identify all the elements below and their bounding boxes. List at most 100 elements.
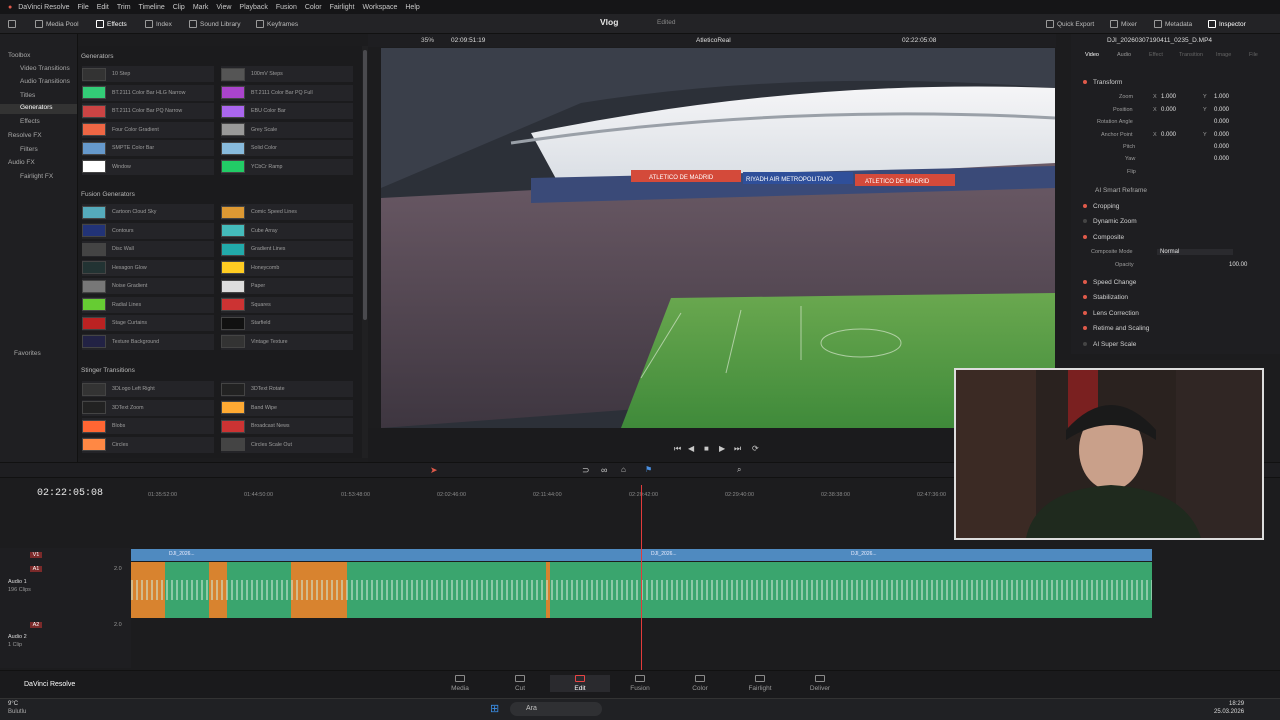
metadata-button[interactable]: Metadata	[1154, 18, 1192, 30]
effect-item[interactable]: BT.2111 Color Bar PQ Narrow	[82, 103, 214, 120]
effect-item[interactable]: Disc Wall	[82, 241, 214, 258]
dynamic-zoom-dot-icon[interactable]	[1083, 219, 1087, 223]
menu-playback[interactable]: Playback	[235, 4, 271, 11]
panel-toggle-icon[interactable]	[8, 18, 16, 30]
speed-dot-icon[interactable]	[1083, 280, 1087, 284]
tab-video[interactable]: Video	[1085, 52, 1099, 58]
position-x-value[interactable]: 0.000	[1161, 107, 1176, 113]
effect-item[interactable]: Gradient Lines	[221, 241, 353, 258]
effect-item[interactable]: Hexagon Glow	[82, 259, 214, 277]
section-stabilization[interactable]: Stabilization	[1071, 290, 1280, 304]
sidebar-audio-fx[interactable]: Audio FX	[8, 159, 35, 166]
effect-item[interactable]: Grey Scale	[221, 121, 353, 139]
sidebar-audio-transitions[interactable]: Audio Transitions	[20, 78, 70, 85]
start-icon[interactable]: ⊞	[490, 702, 499, 715]
section-speed-change[interactable]: Speed Change	[1071, 275, 1280, 289]
tab-file[interactable]: File	[1249, 52, 1258, 58]
section-fusion-generators[interactable]: Fusion Generators	[81, 191, 135, 198]
section-ai-super-scale[interactable]: AI Super Scale	[1071, 337, 1280, 351]
rotation-value[interactable]: 0.000	[1214, 119, 1229, 125]
tab-transition[interactable]: Transition	[1179, 52, 1203, 58]
effect-item[interactable]: YCbCr Ramp	[221, 158, 353, 176]
stop-icon[interactable]: ■	[704, 444, 709, 453]
effect-item[interactable]: Contours	[82, 222, 214, 240]
zoom-y-value[interactable]: 1.000	[1214, 94, 1229, 100]
section-dynamic-zoom[interactable]: Dynamic Zoom	[1071, 214, 1280, 228]
position-y-value[interactable]: 0.000	[1214, 107, 1229, 113]
media-pool-button[interactable]: Media Pool	[35, 18, 79, 30]
effect-item[interactable]: Radial Lines	[82, 296, 214, 314]
sidebar-titles[interactable]: Titles	[20, 92, 35, 99]
playhead[interactable]	[641, 485, 642, 670]
section-ai-smart-reframe[interactable]: AI Smart Reframe	[1071, 183, 1280, 197]
sidebar-filters[interactable]: Filters	[20, 146, 38, 153]
lens-dot-icon[interactable]	[1083, 311, 1087, 315]
effect-item[interactable]: Honeycomb	[221, 259, 353, 277]
menu-clip[interactable]: Clip	[169, 4, 189, 11]
section-retime[interactable]: Retime and Scaling	[1071, 321, 1280, 335]
menu-timeline[interactable]: Timeline	[135, 4, 169, 11]
section-stinger-transitions[interactable]: Stinger Transitions	[81, 367, 135, 374]
effect-item[interactable]: Cartoon Cloud Sky	[82, 204, 214, 221]
effect-item[interactable]: EBU Color Bar	[221, 103, 353, 120]
composite-mode-select[interactable]: Normal	[1157, 249, 1233, 255]
page-media[interactable]: Media	[430, 675, 490, 692]
menu-trim[interactable]: Trim	[113, 4, 135, 11]
menu-edit[interactable]: Edit	[93, 4, 113, 11]
effect-item[interactable]: Paper	[221, 278, 353, 295]
taskbar-clock[interactable]: 18:29 25.03.2026	[1214, 700, 1244, 716]
menu-workspace[interactable]: Workspace	[358, 4, 401, 11]
effect-item[interactable]: 3DText Rotate	[221, 381, 353, 398]
sidebar-favorites[interactable]: Favorites	[14, 350, 41, 357]
menu-file[interactable]: File	[73, 4, 92, 11]
effect-item[interactable]: Four Color Gradient	[82, 121, 214, 139]
menu-fusion[interactable]: Fusion	[272, 4, 301, 11]
menu-view[interactable]: View	[212, 4, 235, 11]
effect-item[interactable]: Broadcast News	[221, 418, 353, 435]
tab-effect[interactable]: Effect	[1149, 52, 1163, 58]
sidebar-toolbox[interactable]: Toolbox	[8, 52, 30, 59]
opacity-value[interactable]: 100.00	[1229, 262, 1247, 268]
viewer-zoom[interactable]: 35%	[421, 37, 434, 44]
inspector-button[interactable]: Inspector	[1208, 18, 1246, 30]
effect-item[interactable]: Circles Scale Out	[221, 436, 353, 454]
effect-item[interactable]: 10 Step	[82, 66, 214, 83]
page-deliver[interactable]: Deliver	[790, 675, 850, 692]
effect-item[interactable]: Noise Gradient	[82, 278, 214, 295]
effect-item[interactable]: Starfield	[221, 315, 353, 332]
page-fusion[interactable]: Fusion	[610, 675, 670, 692]
section-generators[interactable]: Generators	[81, 53, 114, 60]
menu-color[interactable]: Color	[301, 4, 326, 11]
effect-item[interactable]: BT.2111 Color Bar PQ Full	[221, 84, 353, 102]
track-a2-label[interactable]: A2	[30, 622, 42, 628]
effect-item[interactable]: BT.2111 Color Bar HLG Narrow	[82, 84, 214, 102]
timeline-name[interactable]: AtleticoReal	[696, 37, 731, 44]
sidebar-fairlight-fx[interactable]: Fairlight FX	[20, 173, 53, 180]
selection-tool-icon[interactable]: ➤	[430, 465, 438, 476]
retime-dot-icon[interactable]	[1083, 326, 1087, 330]
page-cut[interactable]: Cut	[490, 675, 550, 692]
effect-item[interactable]: 3DLogo Left Right	[82, 381, 214, 398]
skip-start-icon[interactable]: ⏮	[674, 444, 681, 454]
anchor-y-value[interactable]: 0.000	[1214, 132, 1229, 138]
sidebar-generators[interactable]: Generators	[0, 104, 77, 114]
play-reverse-icon[interactable]: ◀	[688, 444, 694, 453]
keyframes-button[interactable]: Keyframes	[256, 18, 298, 30]
effect-item[interactable]: Circles	[82, 436, 214, 454]
mixer-button[interactable]: Mixer	[1110, 18, 1137, 30]
track-a1-label[interactable]: A1	[30, 566, 42, 572]
skip-end-icon[interactable]: ⏭	[734, 444, 741, 454]
effects-button[interactable]: Effects	[96, 18, 127, 30]
effect-item[interactable]: Texture Background	[82, 333, 214, 351]
index-button[interactable]: Index	[145, 18, 172, 30]
sound-library-button[interactable]: Sound Library	[189, 18, 240, 30]
zoom-x-value[interactable]: 1.000	[1161, 94, 1176, 100]
yaw-value[interactable]: 0.000	[1214, 156, 1229, 162]
lock-icon[interactable]: ⌂	[621, 465, 626, 474]
snapping-icon[interactable]: ⊃	[582, 465, 590, 476]
section-composite[interactable]: Composite	[1071, 230, 1280, 244]
effect-item[interactable]: Cube Array	[221, 222, 353, 240]
effect-item[interactable]: Comic Speed Lines	[221, 204, 353, 221]
loop-icon[interactable]: ⟳	[752, 444, 759, 453]
stabilization-dot-icon[interactable]	[1083, 295, 1087, 299]
